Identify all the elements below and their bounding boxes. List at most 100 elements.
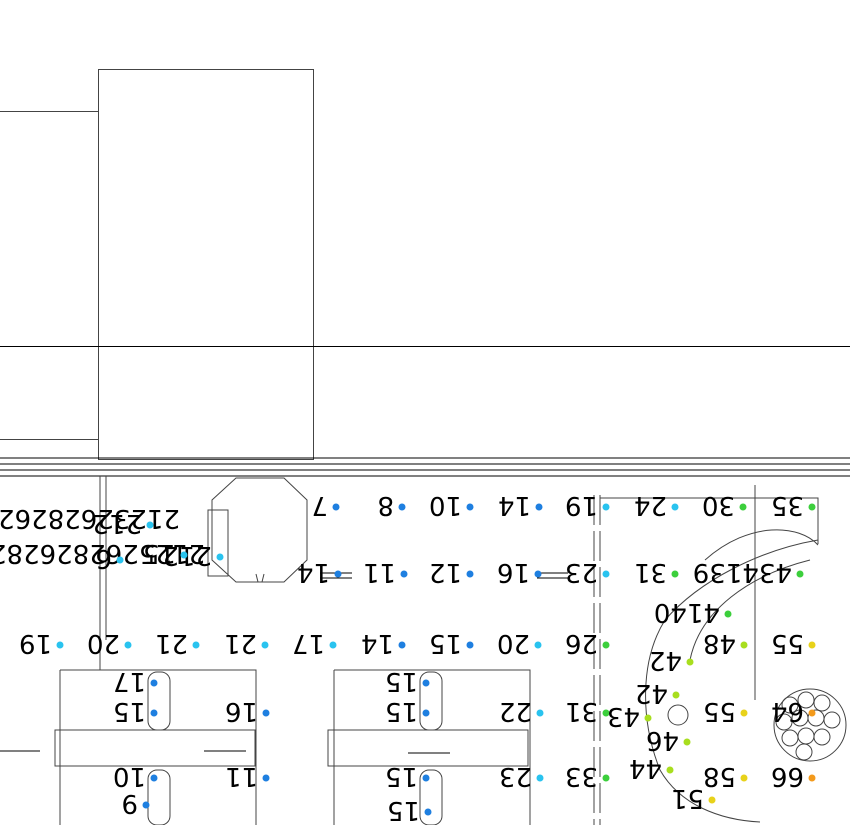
reading-label: 15 <box>385 666 418 696</box>
reading-dot <box>602 641 610 649</box>
reading-label: 21 <box>155 628 188 658</box>
reading-dot <box>142 801 150 809</box>
reading-dot <box>466 641 474 649</box>
reading-label: 44 <box>629 753 662 783</box>
reading-label: 20 <box>87 628 120 658</box>
floor-plan-canvas: 2123262826282628 2125262826282628 781014… <box>0 69 850 825</box>
reading-dot <box>422 679 430 687</box>
reading-dot <box>536 709 544 717</box>
reading-dot <box>150 679 158 687</box>
reading-label: 33 <box>565 761 598 791</box>
reading-dot <box>262 709 270 717</box>
reading-dot <box>216 553 224 561</box>
reading-dot <box>671 570 679 578</box>
reading-label: 14 <box>498 490 531 520</box>
reading-dot <box>124 641 132 649</box>
reading-dot <box>400 570 408 578</box>
reading-label: 7 <box>311 490 328 520</box>
reading-dot <box>398 641 406 649</box>
reading-label: 6 <box>95 543 112 573</box>
reading-dot <box>466 570 474 578</box>
reading-label: 20 <box>497 628 530 658</box>
reading-dot <box>671 503 679 511</box>
reading-dot <box>740 774 748 782</box>
reading-label: 55 <box>771 628 804 658</box>
reading-dot <box>739 503 747 511</box>
reading-dot <box>644 714 652 722</box>
reading-dot <box>672 691 680 699</box>
reading-dot <box>796 570 804 578</box>
reading-label: 4140 <box>654 597 720 627</box>
reading-dot <box>56 641 64 649</box>
reading-dot <box>808 641 816 649</box>
reading-label: 64 <box>771 696 804 726</box>
reading-label: 10 <box>429 490 462 520</box>
reading-label: 14 <box>361 628 394 658</box>
reading-dot <box>422 709 430 717</box>
reading-label: 434139 <box>693 557 792 587</box>
reading-label: 23 <box>565 557 598 587</box>
reading-label: 42 <box>649 645 682 675</box>
reading-dot <box>808 709 816 717</box>
reading-dot <box>334 570 342 578</box>
reading-label: 16 <box>225 696 258 726</box>
reading-dot <box>740 641 748 649</box>
reading-dot <box>724 610 732 618</box>
reading-dot <box>666 766 674 774</box>
reading-dot <box>808 503 816 511</box>
reading-dot <box>150 709 158 717</box>
reading-label: 10 <box>113 761 146 791</box>
reading-dot <box>602 774 610 782</box>
reading-label: 15 <box>143 538 176 568</box>
reading-label: 66 <box>771 761 804 791</box>
reading-label: 14 <box>297 557 330 587</box>
reading-label: 31 <box>565 696 598 726</box>
reading-dot <box>602 570 610 578</box>
reading-label: 22 <box>499 696 532 726</box>
reading-dot <box>261 641 269 649</box>
reading-label: 17 <box>113 666 146 696</box>
reading-dot <box>398 503 406 511</box>
reading-dot <box>116 556 124 564</box>
reading-dot <box>534 641 542 649</box>
reading-dot <box>146 521 154 529</box>
clipped-row-1: 2123262826282628 <box>0 503 180 533</box>
reading-label: 12 <box>429 557 462 587</box>
reading-label: 43 <box>607 701 640 731</box>
reading-dot <box>808 774 816 782</box>
reading-dot <box>329 641 337 649</box>
reading-dot <box>180 551 188 559</box>
reading-label: 11 <box>363 557 396 587</box>
reading-dot <box>192 641 200 649</box>
reading-label: 19 <box>19 628 52 658</box>
reading-dot <box>422 774 430 782</box>
reading-dot <box>332 503 340 511</box>
reading-label: 15 <box>385 761 418 791</box>
reading-label: 24 <box>634 490 667 520</box>
reading-label: 15 <box>429 628 462 658</box>
reading-label: 15 <box>113 696 146 726</box>
reading-dot <box>535 503 543 511</box>
reading-dot <box>534 570 542 578</box>
reading-dot <box>708 796 716 804</box>
reading-label: 35 <box>771 490 804 520</box>
reading-label: 26 <box>565 628 598 658</box>
reading-label: 23 <box>499 761 532 791</box>
reading-label: 30 <box>702 490 735 520</box>
reading-label: 17 <box>292 628 325 658</box>
reading-dot <box>262 774 270 782</box>
reading-dot <box>683 738 691 746</box>
reading-label: 21 <box>224 628 257 658</box>
reading-label: 31 <box>634 557 667 587</box>
reading-label: 15 <box>387 795 420 825</box>
reading-label: 212 <box>92 508 142 538</box>
reading-label: 11 <box>225 761 258 791</box>
reading-label: 15 <box>385 696 418 726</box>
reading-label: 19 <box>565 490 598 520</box>
reading-dot <box>686 658 694 666</box>
reading-label: 58 <box>703 761 736 791</box>
reading-label: 9 <box>121 788 138 818</box>
reading-dot <box>466 503 474 511</box>
reading-label: 55 <box>703 696 736 726</box>
reading-label: 8 <box>377 490 394 520</box>
